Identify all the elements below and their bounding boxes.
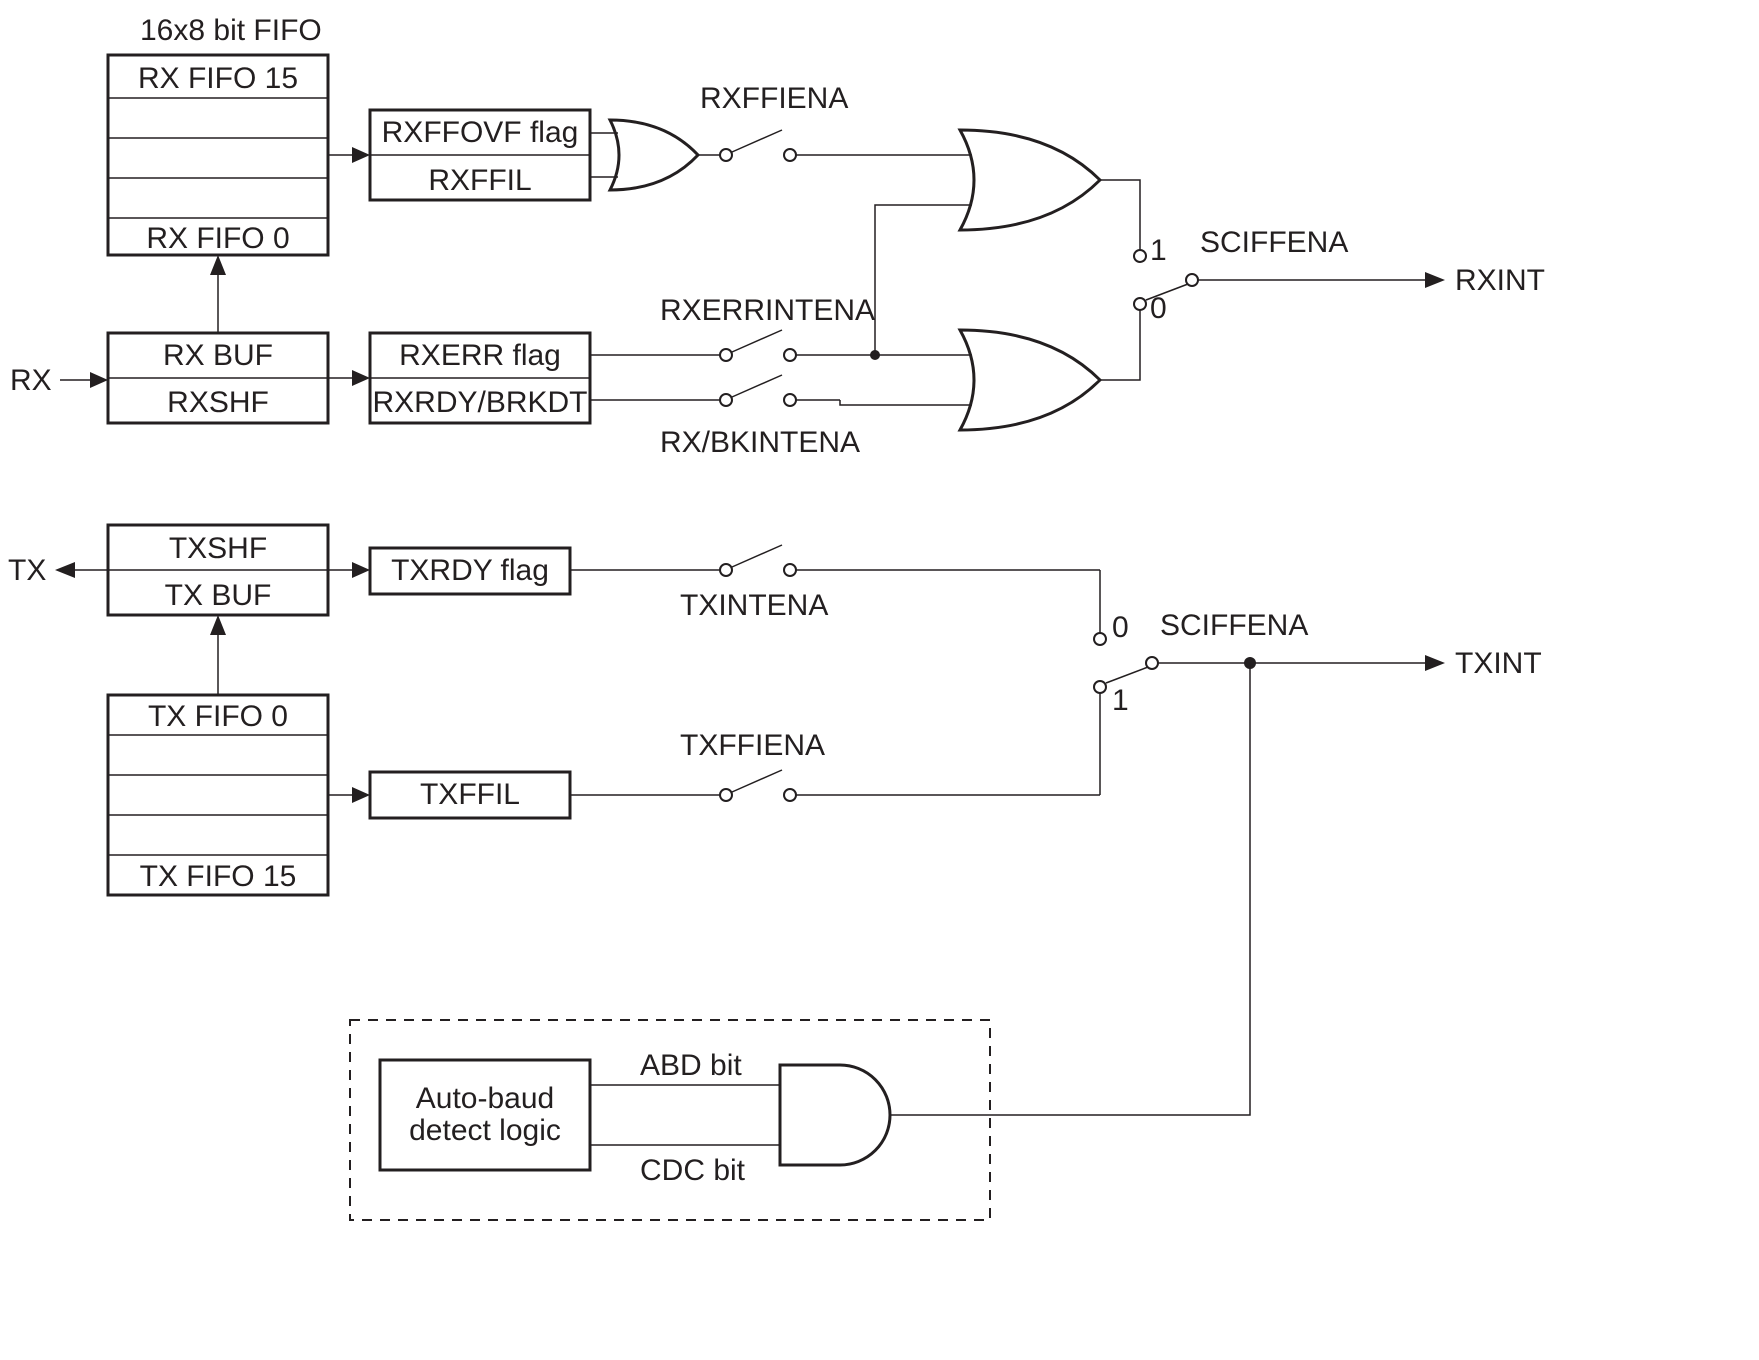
- autobaud-label-1: Auto-baud: [416, 1082, 554, 1115]
- txffil-label: TXFFIL: [420, 778, 520, 811]
- autobaud-label-2: detect logic: [409, 1114, 561, 1147]
- rxerr-label: RXERR flag: [399, 339, 561, 372]
- and-gate-autobaud: [780, 1065, 890, 1165]
- sciffena-rx-label: SCIFFENA: [1200, 226, 1348, 259]
- switch-rxffiena: [698, 130, 820, 161]
- autobaud-block: Auto-baud detect logic: [380, 1060, 590, 1170]
- or-gate-rx-bot: [960, 330, 1100, 430]
- tx-mux-0: 0: [1112, 611, 1129, 644]
- rxbkintena-label: RX/BKINTENA: [660, 426, 860, 459]
- switch-txffiena: [570, 770, 1100, 801]
- rxffiena-label: RXFFIENA: [700, 82, 848, 115]
- rx-fifo-block: RX FIFO 15 RX FIFO 0: [108, 55, 328, 255]
- rxff-block: RXFFOVF flag RXFFIL: [370, 110, 590, 200]
- rxffil-label: RXFFIL: [428, 164, 531, 197]
- tx-fifo-0-label: TX FIFO 0: [148, 700, 288, 733]
- switch-rxbkintena: [590, 375, 840, 406]
- switch-txintena: [570, 545, 1100, 576]
- tx-fifo-block: TX FIFO 0 TX FIFO 15: [108, 695, 328, 895]
- rx-buf-label: RX BUF: [163, 339, 273, 372]
- txintena-label: TXINTENA: [680, 589, 828, 622]
- rx-fifo-15-label: RX FIFO 15: [138, 62, 298, 95]
- txffil-block: TXFFIL: [370, 772, 570, 818]
- title-label: 16x8 bit FIFO: [140, 14, 322, 47]
- rxerr-block: RXERR flag RXRDY/BRKDT: [370, 333, 590, 423]
- or-gate-rx-top: [960, 130, 1100, 230]
- rxffovf-label: RXFFOVF flag: [382, 116, 579, 149]
- rxint-label: RXINT: [1455, 264, 1545, 297]
- rx-mux-0: 0: [1150, 292, 1167, 325]
- txrdy-block: TXRDY flag: [370, 548, 570, 594]
- rx-shf-label: RXSHF: [167, 386, 269, 419]
- abd-label: ABD bit: [640, 1049, 742, 1082]
- tx-pin-label: TX: [8, 554, 46, 587]
- rxrdy-label: RXRDY/BRKDT: [372, 386, 587, 419]
- sciffena-tx-label: SCIFFENA: [1160, 609, 1308, 642]
- rxerrintena-label: RXERRINTENA: [660, 294, 875, 327]
- txbuf-label: TX BUF: [165, 579, 272, 612]
- switch-rxerrintena: [590, 330, 875, 361]
- rx-pin-label: RX: [10, 364, 52, 397]
- txrdy-label: TXRDY flag: [391, 554, 549, 587]
- tx-buf-block: TXSHF TX BUF: [108, 525, 328, 615]
- or-gate-rxff: [610, 120, 698, 190]
- tx-fifo-15-label: TX FIFO 15: [140, 860, 297, 893]
- rx-buf-block: RX BUF RXSHF: [108, 333, 328, 423]
- txshf-label: TXSHF: [169, 532, 267, 565]
- cdc-label: CDC bit: [640, 1154, 746, 1187]
- rx-fifo-0-label: RX FIFO 0: [146, 222, 289, 255]
- txint-label: TXINT: [1455, 647, 1542, 680]
- rx-mux-1: 1: [1150, 234, 1167, 267]
- tx-mux-1: 1: [1112, 684, 1129, 717]
- txffiena-label: TXFFIENA: [680, 729, 825, 762]
